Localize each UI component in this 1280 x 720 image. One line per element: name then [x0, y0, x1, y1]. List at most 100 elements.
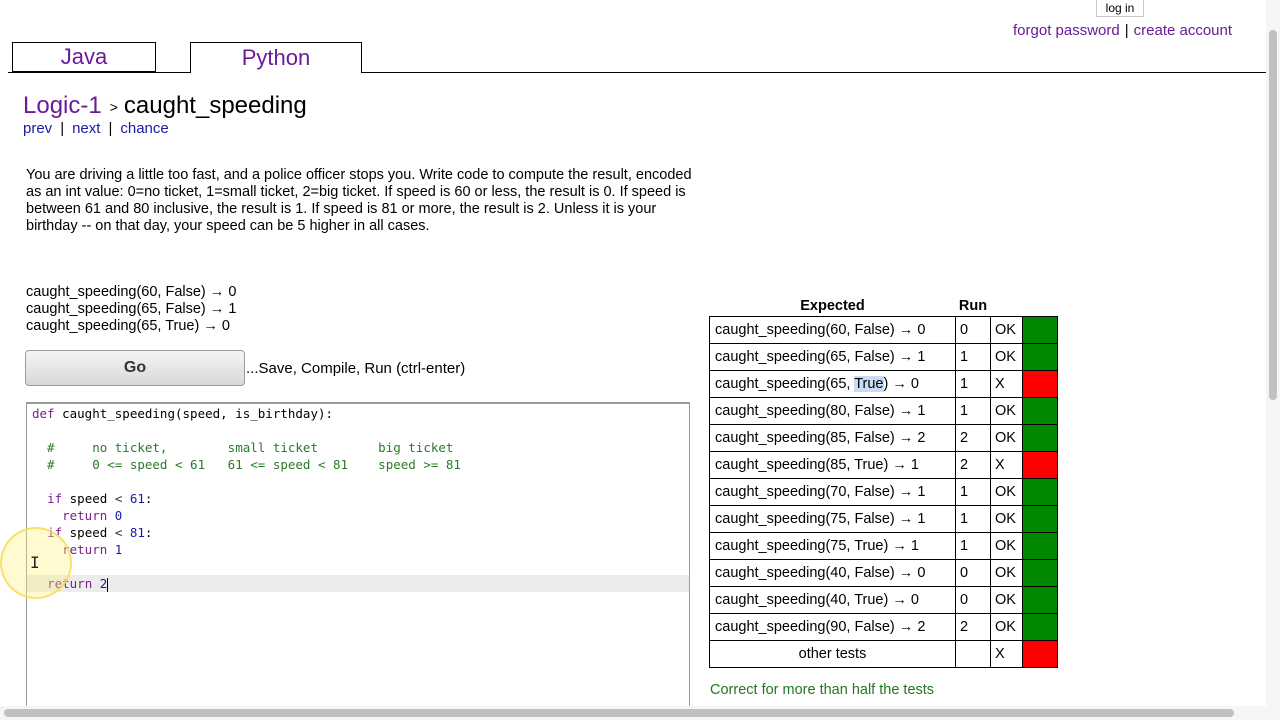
expected-cell: caught_speeding(85, False) → 2 — [709, 423, 956, 452]
run-cell: 2 — [955, 612, 991, 641]
result-cell: X — [990, 450, 1023, 479]
horizontal-scrollbar-thumb[interactable] — [4, 709, 1234, 717]
expected-cell: caught_speeding(65, True) → 0 — [709, 369, 956, 398]
expected-text: ) → 0 — [883, 375, 919, 392]
pass-indicator — [1022, 612, 1058, 641]
ibeam-cursor-icon: I — [30, 553, 40, 572]
code-line: return 0 — [32, 507, 689, 524]
code-line: if speed < 61: — [32, 490, 689, 507]
vertical-scrollbar-thumb[interactable] — [1269, 30, 1277, 400]
account-separator: | — [1124, 22, 1129, 39]
code-text: speed — [62, 491, 115, 506]
code-comment: # no ticket, small ticket big ticket — [32, 440, 454, 455]
code-comment: # 0 <= speed < 61 61 <= speed < 81 speed… — [32, 457, 461, 472]
nav-separator: | — [108, 120, 113, 137]
results-row: caught_speeding(70, False) → 1 1 OK — [709, 477, 1058, 506]
status-header — [1023, 296, 1058, 316]
tab-java[interactable]: Java — [12, 42, 156, 72]
go-hint: ...Save, Compile, Run (ctrl-enter) — [246, 360, 466, 377]
expected-text: caught_speeding(65, — [715, 375, 855, 392]
run-header: Run — [958, 297, 988, 314]
expected-cell: caught_speeding(70, False) → 1 — [709, 477, 956, 506]
code-number: 61 — [122, 491, 145, 506]
run-cell: 1 — [955, 369, 991, 398]
code-keyword: return — [62, 508, 108, 523]
result-cell: OK — [990, 531, 1023, 560]
forgot-password-link[interactable]: forgot password — [1013, 22, 1120, 39]
run-cell: 1 — [955, 477, 991, 506]
result-cell: OK — [990, 504, 1023, 533]
code-text: : — [144, 491, 153, 506]
code-editor[interactable]: def caught_speeding(speed, is_birthday):… — [26, 402, 690, 712]
results-row: caught_speeding(85, True) → 12X — [709, 450, 1058, 479]
results-row: caught_speeding(40, True) → 0 0 OK — [709, 585, 1058, 614]
results-row: other tests X — [709, 639, 1058, 668]
results-row: caught_speeding(75, True) → 1 1 OK — [709, 531, 1058, 560]
prev-link[interactable]: prev — [23, 120, 52, 137]
run-cell: 2 — [955, 423, 991, 452]
problem-nav: prev | next | chance — [23, 120, 169, 137]
breadcrumb-separator: > — [109, 98, 118, 115]
create-account-link[interactable]: create account — [1134, 22, 1232, 39]
result-header — [991, 296, 1023, 316]
run-cell: 1 — [955, 531, 991, 560]
example-line: caught_speeding(65, False) → 1 — [26, 301, 237, 317]
results-header-row: Expected Run — [710, 296, 1058, 316]
account-links: forgot password | create account — [1013, 22, 1232, 39]
text-selection: True — [854, 375, 884, 392]
expected-cell: caught_speeding(40, True) → 0 — [709, 585, 956, 614]
breadcrumb-section-link[interactable]: Logic-1 — [23, 92, 102, 119]
run-cell: 2 — [955, 450, 991, 479]
code-line: return 1 — [32, 541, 689, 558]
problem-description: You are driving a little too fast, and a… — [26, 167, 692, 234]
run-cell: 1 — [955, 396, 991, 425]
result-cell: X — [990, 639, 1023, 668]
code-line: def caught_speeding(speed, is_birthday): — [32, 405, 689, 422]
expected-header: Expected — [800, 297, 865, 314]
result-cell: OK — [990, 396, 1023, 425]
results-summary: Correct for more than half the tests — [710, 682, 935, 698]
results-row: caught_speeding(75, False) → 1 1 OK — [709, 504, 1058, 533]
problem-name: caught_speeding — [123, 92, 307, 119]
tab-python[interactable]: Python — [190, 42, 362, 73]
result-cell: OK — [990, 315, 1023, 344]
results-row: caught_speeding(85, False) → 2 2 OK — [709, 423, 1058, 452]
expected-cell: caught_speeding(40, False) → 0 — [709, 558, 956, 587]
chance-link[interactable]: chance — [120, 120, 168, 137]
code-keyword: def — [32, 406, 55, 421]
result-cell: OK — [990, 612, 1023, 641]
expected-cell: caught_speeding(65, False) → 1 — [709, 342, 956, 371]
next-link[interactable]: next — [72, 120, 100, 137]
code-text: caught_speeding(speed, is_birthday): — [54, 406, 334, 421]
results-row: caught_speeding(40, False) → 0 0 OK — [709, 558, 1058, 587]
pass-indicator — [1022, 504, 1058, 533]
expected-cell: caught_speeding(60, False) → 0 — [709, 315, 956, 344]
result-cell: OK — [990, 585, 1023, 614]
result-cell: OK — [990, 342, 1023, 371]
run-cell: 1 — [955, 342, 991, 371]
run-cell: 0 — [955, 558, 991, 587]
expected-cell: caught_speeding(80, False) → 1 — [709, 396, 956, 425]
run-cell — [955, 639, 991, 668]
go-button[interactable]: Go — [25, 350, 245, 386]
code-number: 81 — [122, 525, 145, 540]
examples: caught_speeding(60, False) → 0 caught_sp… — [26, 284, 236, 335]
code-text: : — [144, 525, 153, 540]
fail-indicator — [1022, 639, 1058, 668]
run-cell: 0 — [955, 585, 991, 614]
pass-indicator — [1022, 531, 1058, 560]
result-cell: OK — [990, 558, 1023, 587]
pass-indicator — [1022, 477, 1058, 506]
example-line: caught_speeding(60, False) → 0 — [26, 284, 237, 300]
login-button[interactable]: log in — [1096, 0, 1144, 17]
result-cell: OK — [990, 477, 1023, 506]
fail-indicator — [1022, 450, 1058, 479]
code-number: 1 — [107, 542, 123, 557]
expected-cell: caught_speeding(90, False) → 2 — [709, 612, 956, 641]
results-body: caught_speeding(60, False) → 0 0 OK caught_… — [709, 315, 1058, 668]
expected-cell: caught_speeding(85, True) → 1 — [709, 450, 956, 479]
expected-cell: other tests — [709, 639, 956, 668]
